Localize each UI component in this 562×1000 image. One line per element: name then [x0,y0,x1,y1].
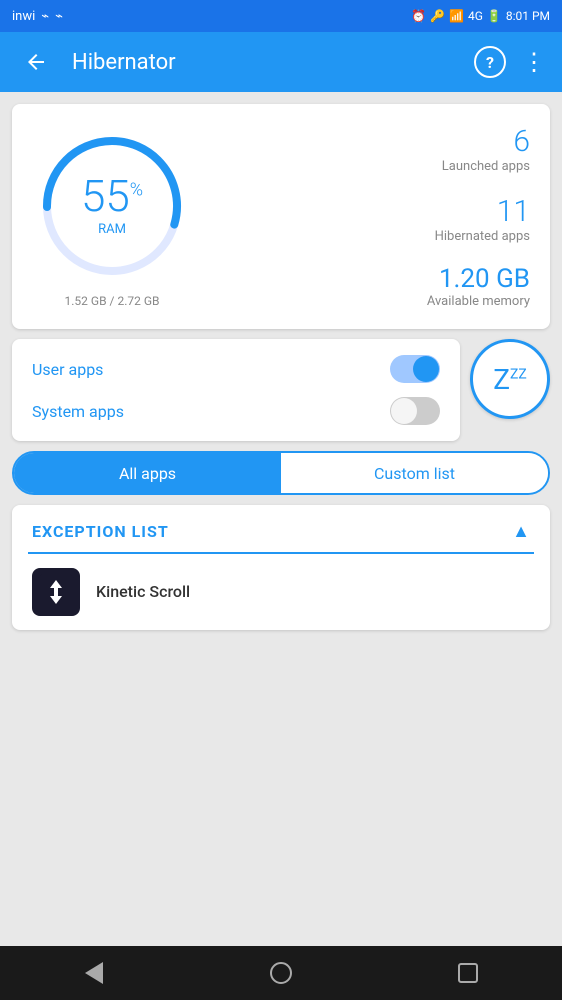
system-apps-label: System apps [32,402,124,421]
usb2-icon: ⌁ [55,9,63,24]
app-icon [32,568,80,616]
time-label: 8:01 PM [506,9,550,23]
tab-switcher: All apps Custom list [12,451,550,495]
hibernated-apps-stat: 11 Hibernated apps [212,194,530,244]
status-bar: inwi ⌁ ⌁ ⏰ 🔑 📶 4G 🔋 8:01 PM [0,0,562,32]
key-icon: 🔑 [430,9,445,23]
exception-chevron[interactable]: ▲ [512,521,530,542]
system-apps-row: System apps [32,397,440,425]
available-memory-value: 1.20 GB [212,264,530,294]
stats-card: 55% RAM 1.52 GB / 2.72 GB 6 Launched app… [12,104,550,329]
ram-text: 55% RAM [81,174,143,237]
launched-apps-stat: 6 Launched apps [212,124,530,174]
user-apps-toggle[interactable] [390,355,440,383]
custom-list-tab[interactable]: Custom list [281,453,548,493]
ram-gb: 1.52 GB / 2.72 GB [65,294,160,308]
list-item: Kinetic Scroll [12,554,550,630]
app-title: Hibernator [72,50,474,75]
recent-nav-button[interactable] [448,953,488,993]
sleep-icon: ZZZ [493,363,527,396]
hibernated-label: Hibernated apps [212,229,530,244]
user-apps-row: User apps [32,355,440,383]
exception-card: Exception List ▲ Kinetic Scroll [12,505,550,630]
alarm-icon: ⏰ [411,9,426,23]
controls-row: User apps System apps ZZZ [12,339,550,441]
status-right: ⏰ 🔑 📶 4G 🔋 8:01 PM [411,9,550,23]
hibernated-count: 11 [212,194,530,229]
more-button[interactable]: ⋮ [522,48,546,76]
exception-title: Exception List [32,522,169,541]
stats-right: 6 Launched apps 11 Hibernated apps 1.20 … [212,124,530,309]
ram-label: RAM [98,222,126,237]
home-nav-button[interactable] [261,953,301,993]
back-button[interactable] [16,42,56,82]
bottom-nav [0,946,562,1000]
status-left: inwi ⌁ ⌁ [12,9,63,24]
battery-icon: 🔋 [487,9,502,23]
wifi-icon: 📶 [449,9,464,23]
sleep-button[interactable]: ZZZ [470,339,550,419]
launched-count: 6 [212,124,530,159]
system-apps-toggle[interactable] [390,397,440,425]
home-nav-icon [270,962,292,984]
back-nav-icon [85,962,103,984]
recent-nav-icon [458,963,478,983]
signal-icon: 4G [468,9,483,23]
app-bar-icons: ? ⋮ [474,46,546,78]
main-content: 55% RAM 1.52 GB / 2.72 GB 6 Launched app… [0,92,562,946]
app-bar: Hibernator ? ⋮ [0,32,562,92]
available-memory-label: Available memory [212,294,530,309]
app-name: Kinetic Scroll [96,582,190,601]
launched-label: Launched apps [212,159,530,174]
all-apps-tab[interactable]: All apps [14,453,281,493]
ram-percent-value: 55% [81,174,143,218]
help-button[interactable]: ? [474,46,506,78]
carrier-label: inwi [12,9,35,24]
usb-icon: ⌁ [41,9,49,24]
user-apps-label: User apps [32,360,103,379]
available-memory-stat: 1.20 GB Available memory [212,264,530,309]
ram-circle: 55% RAM [32,126,192,286]
exception-header: Exception List ▲ [12,505,550,552]
back-nav-button[interactable] [74,953,114,993]
toggles-card: User apps System apps [12,339,460,441]
